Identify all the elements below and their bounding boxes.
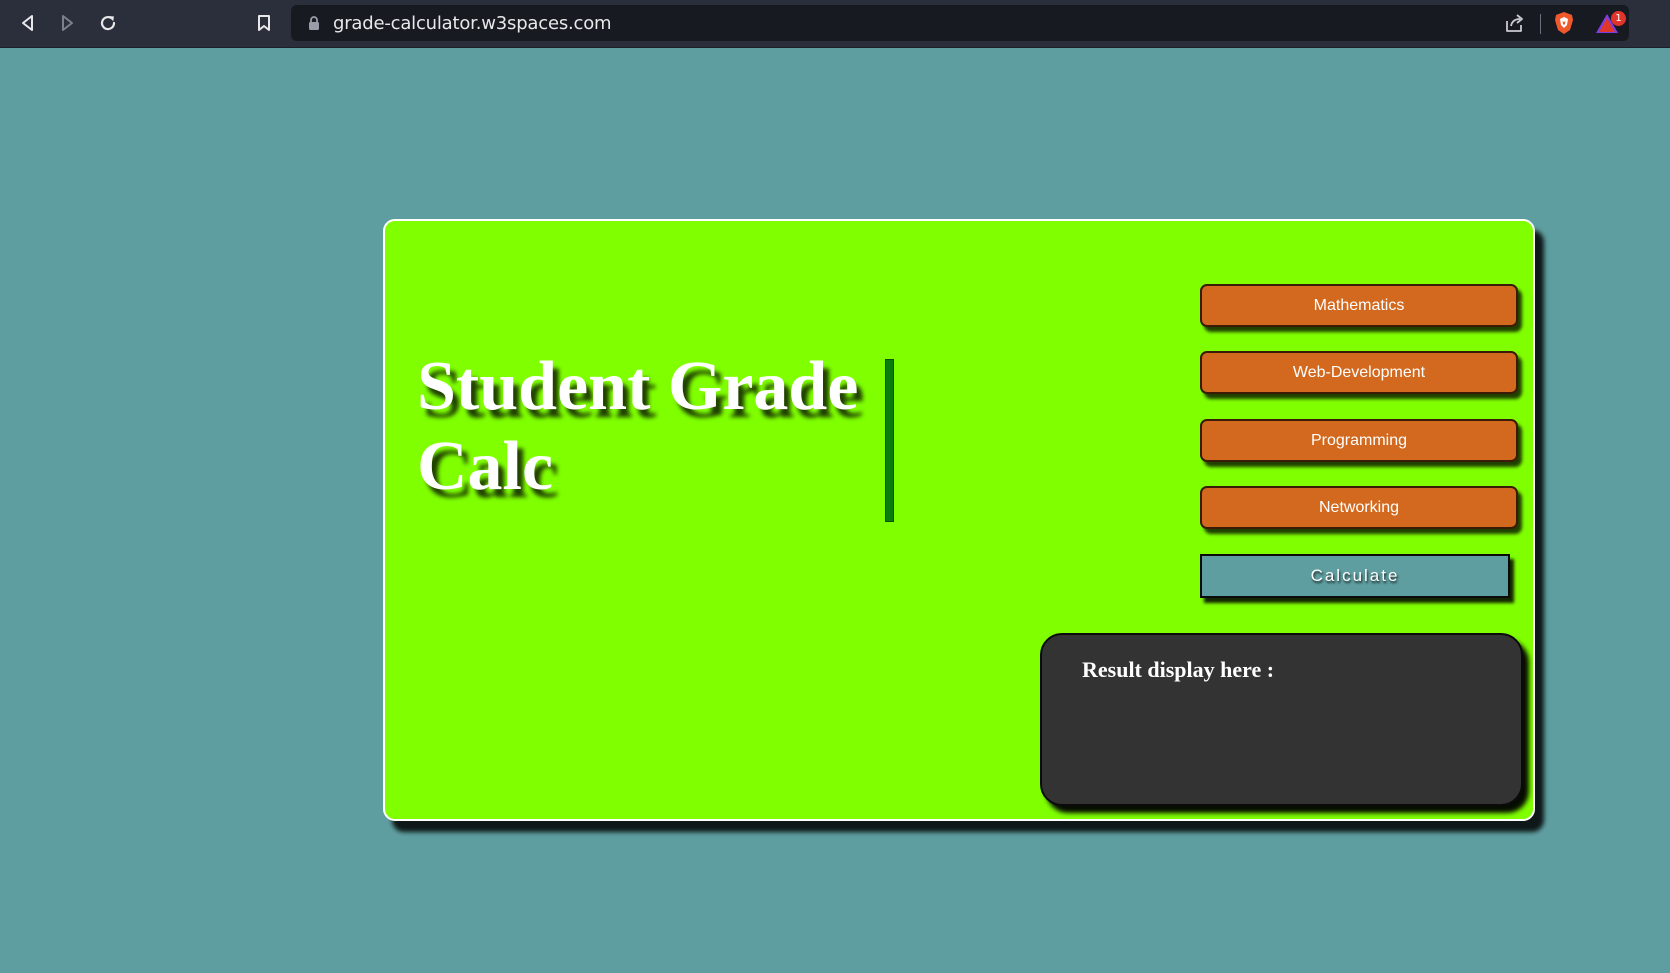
address-bar[interactable]: grade-calculator.w3spaces.com bbox=[291, 5, 1629, 41]
browser-toolbar: grade-calculator.w3spaces.com 1 bbox=[0, 0, 1670, 48]
web-development-button[interactable]: Web-Development bbox=[1200, 351, 1518, 394]
bookmark-button[interactable] bbox=[251, 10, 277, 36]
back-icon bbox=[22, 15, 33, 31]
forward-icon bbox=[62, 15, 73, 31]
url-text[interactable]: grade-calculator.w3spaces.com bbox=[333, 13, 612, 34]
share-icon[interactable] bbox=[1503, 12, 1525, 34]
brave-shields-icon[interactable] bbox=[1553, 11, 1575, 35]
reload-icon bbox=[100, 15, 116, 31]
title-divider bbox=[885, 359, 894, 522]
rewards-badge: 1 bbox=[1611, 11, 1626, 26]
calculate-button[interactable]: Calculate bbox=[1200, 554, 1510, 598]
networking-button[interactable]: Networking bbox=[1200, 486, 1518, 529]
calculator-card: Student Grade Calc Mathematics Web-Devel… bbox=[383, 219, 1535, 821]
bookmark-icon bbox=[258, 15, 270, 31]
result-label: Result display here : bbox=[1082, 657, 1275, 682]
forward-button[interactable] bbox=[54, 10, 80, 36]
reload-button[interactable] bbox=[95, 10, 121, 36]
result-panel: Result display here : bbox=[1040, 633, 1523, 806]
toolbar-divider bbox=[1540, 14, 1541, 34]
programming-button[interactable]: Programming bbox=[1200, 419, 1518, 462]
back-button[interactable] bbox=[15, 10, 41, 36]
mathematics-button[interactable]: Mathematics bbox=[1200, 284, 1518, 327]
lock-icon bbox=[309, 16, 319, 30]
page-title: Student Grade Calc bbox=[417, 348, 859, 505]
